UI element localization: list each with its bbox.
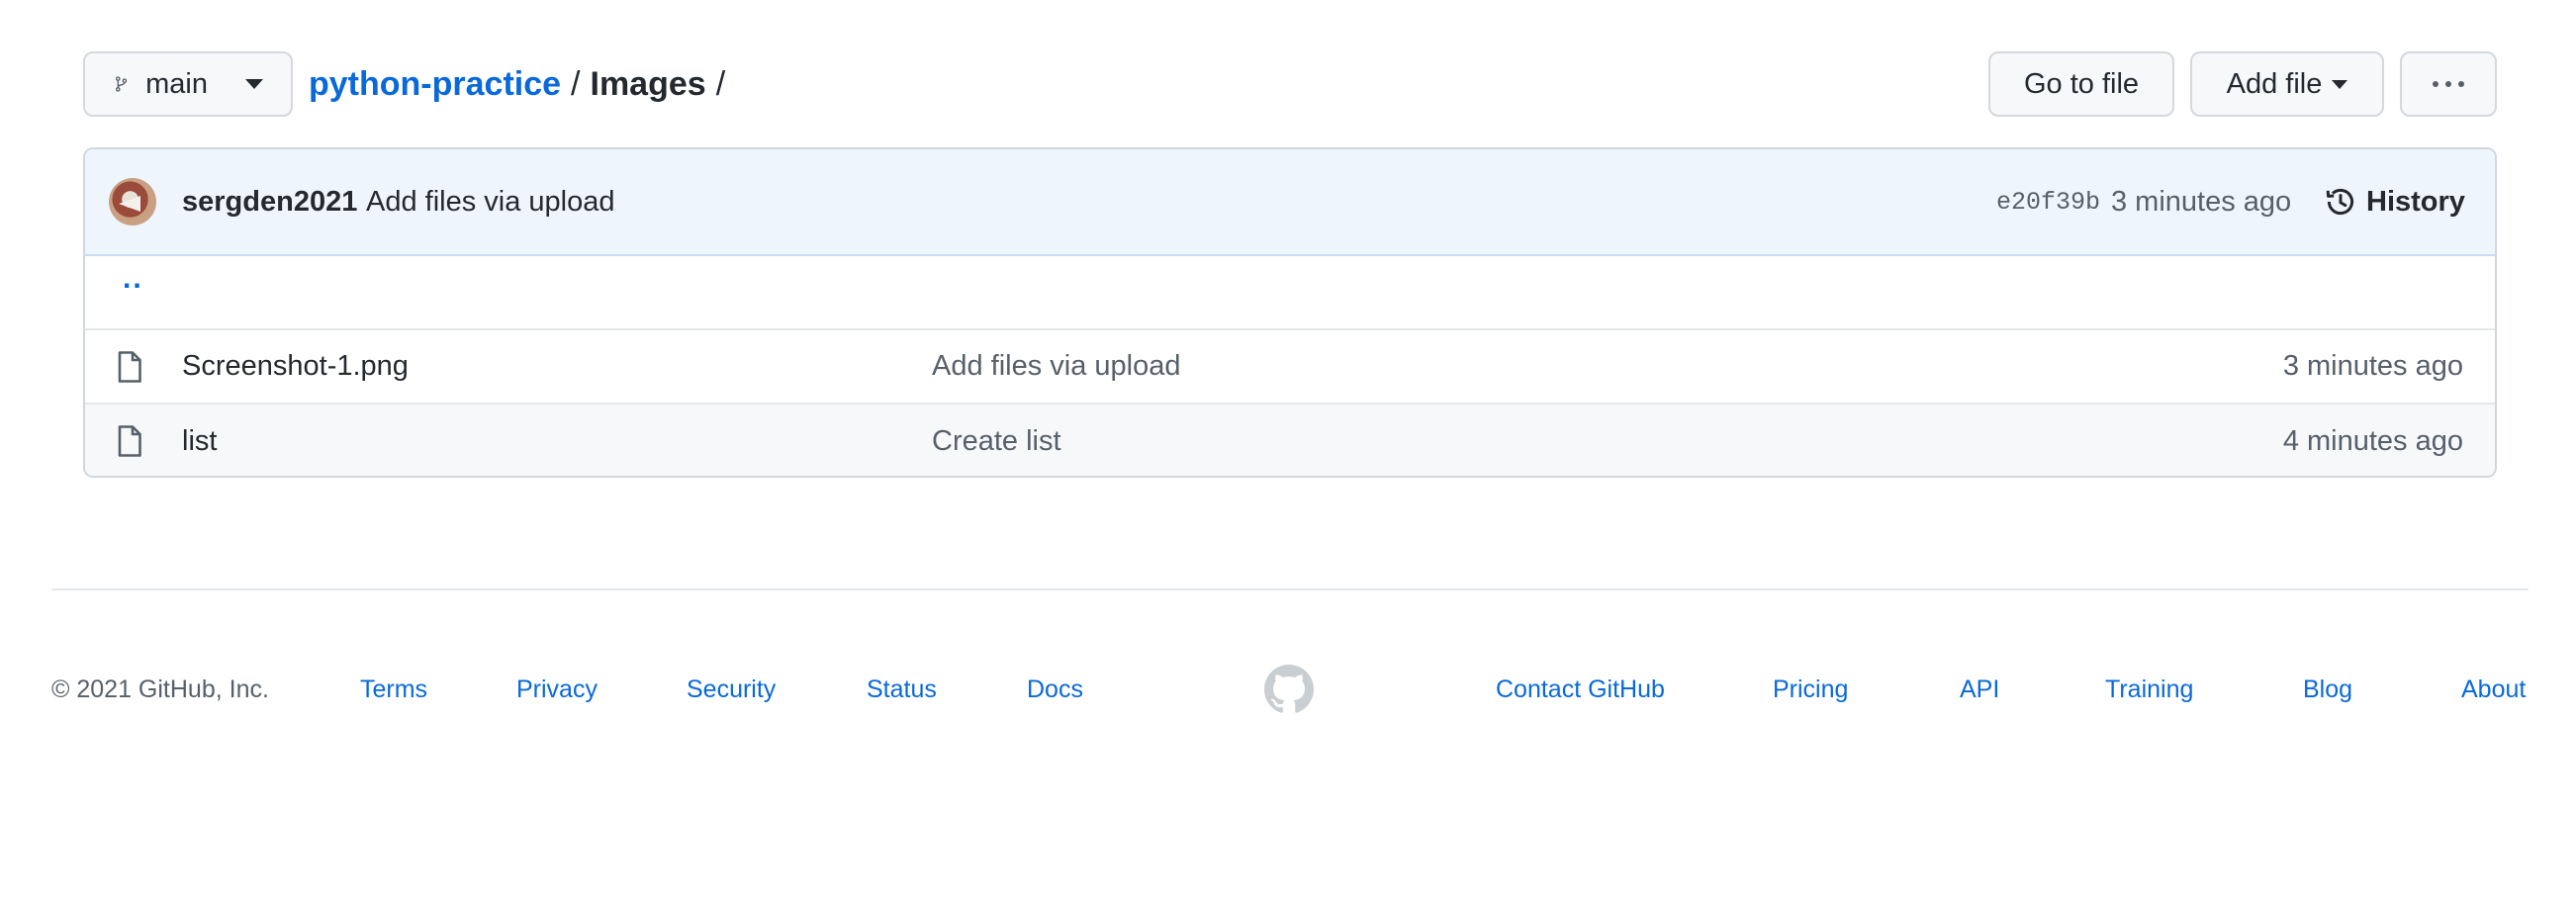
go-to-file-label: Go to file — [2023, 67, 2140, 100]
table-row: Screenshot-1.png Add files via upload 3 … — [85, 330, 2495, 405]
more-options-button[interactable] — [2400, 51, 2497, 117]
go-to-file-button[interactable]: Go to file — [1988, 51, 2174, 117]
file-icon — [117, 330, 142, 403]
file-commit-time: 4 minutes ago — [2282, 424, 2463, 457]
footer-link-about[interactable]: About — [2461, 665, 2526, 714]
history-label: History — [2366, 185, 2465, 218]
branch-name: main — [145, 67, 208, 100]
repo-toolbar: main python-practice / Images / Go to fi… — [83, 51, 2497, 117]
footer-link-contact-github[interactable]: Contact GitHub — [1496, 665, 1665, 714]
breadcrumb-repo-link[interactable]: python-practice — [309, 65, 561, 104]
parent-directory-row[interactable]: .. — [85, 256, 2495, 330]
history-icon — [2326, 188, 2354, 216]
file-commit-message-link[interactable]: Create list — [932, 405, 1061, 476]
footer-link-training[interactable]: Training — [2105, 665, 2193, 714]
branch-selector-button[interactable]: main — [83, 51, 293, 117]
file-name-link[interactable]: list — [182, 405, 217, 476]
chevron-down-icon — [245, 79, 263, 89]
chevron-down-icon — [2332, 79, 2348, 89]
site-footer: © 2021 GitHub, Inc. Terms Privacy Securi… — [51, 665, 2529, 714]
git-branch-icon — [115, 76, 128, 92]
commit-author-link[interactable]: sergden2021 — [182, 149, 357, 254]
file-icon — [117, 405, 142, 476]
footer-link-privacy[interactable]: Privacy — [516, 665, 598, 714]
commit-time: 3 minutes ago — [2111, 185, 2292, 218]
footer-link-api[interactable]: API — [1960, 665, 1999, 714]
breadcrumb-separator: / — [571, 64, 581, 103]
file-commit-message-link[interactable]: Add files via upload — [932, 330, 1181, 403]
breadcrumb-current-folder: Images — [590, 64, 706, 103]
file-commit-time: 3 minutes ago — [2282, 350, 2463, 382]
footer-link-blog[interactable]: Blog — [2303, 665, 2352, 714]
footer-link-terms[interactable]: Terms — [360, 665, 427, 714]
history-link[interactable]: History — [2325, 149, 2465, 254]
breadcrumb-trailing-separator: / — [715, 64, 726, 103]
add-file-button[interactable]: Add file — [2190, 51, 2384, 117]
footer-link-docs[interactable]: Docs — [1027, 665, 1083, 714]
github-logo-icon[interactable] — [1264, 665, 1314, 714]
footer-divider — [51, 588, 2529, 590]
file-listing: sergden2021 Add files via upload e20f39b… — [83, 147, 2497, 478]
breadcrumb: python-practice / Images / — [309, 51, 735, 117]
table-row: list Create list 4 minutes ago — [85, 405, 2495, 476]
commit-sha-link[interactable]: e20f39b — [1996, 149, 2100, 254]
footer-link-security[interactable]: Security — [687, 665, 776, 714]
avatar[interactable] — [109, 178, 156, 225]
parent-directory-link[interactable]: .. — [123, 262, 143, 296]
latest-commit-bar: sergden2021 Add files via upload e20f39b… — [85, 149, 2495, 256]
file-name-link[interactable]: Screenshot-1.png — [182, 330, 409, 403]
footer-link-pricing[interactable]: Pricing — [1773, 665, 1848, 714]
kebab-horizontal-icon — [2433, 81, 2464, 87]
footer-link-status[interactable]: Status — [867, 665, 937, 714]
footer-copyright: © 2021 GitHub, Inc. — [51, 675, 269, 703]
add-file-label: Add file — [2226, 67, 2323, 100]
commit-message-link[interactable]: Add files via upload — [366, 149, 615, 254]
